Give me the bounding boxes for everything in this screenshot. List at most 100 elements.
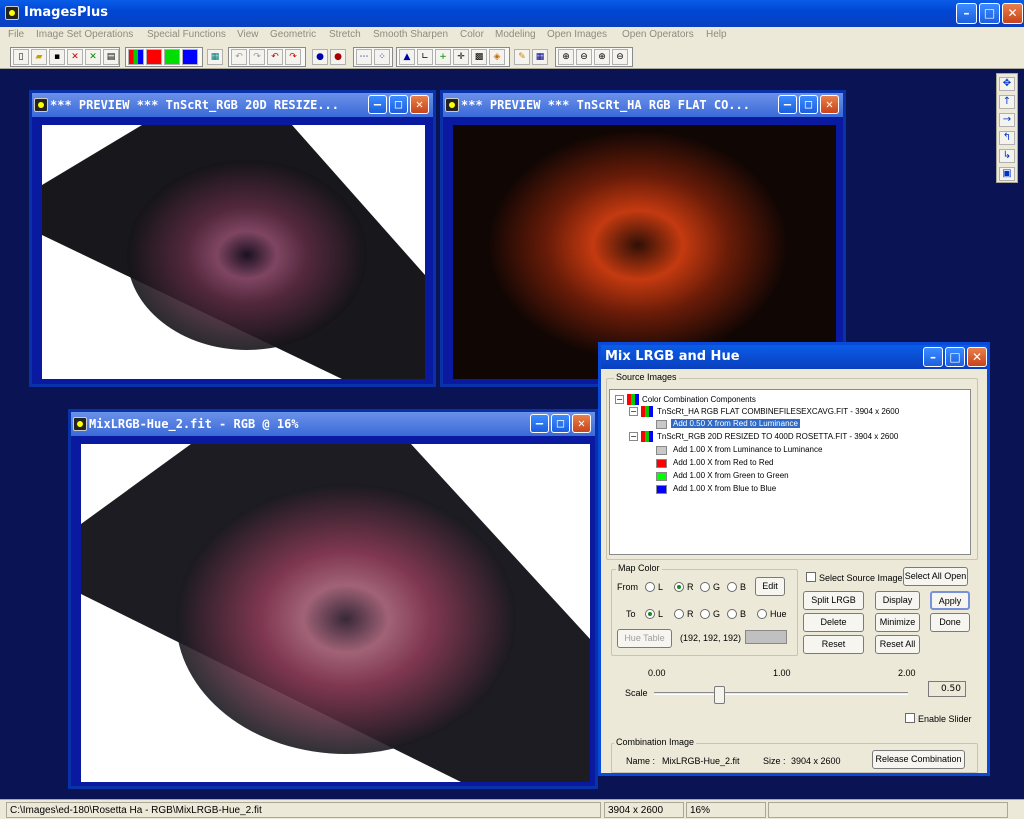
tree-item[interactable]: Add 1.00 X from Luminance to Luminance [673,445,822,454]
to-radio-l[interactable] [645,609,655,619]
close-button[interactable]: ✕ [572,414,591,433]
edit-button[interactable]: Edit [755,577,785,596]
zoom-fit-icon[interactable]: ⊕ [594,49,610,65]
points-icon[interactable]: ⁘ [374,49,390,65]
preview-image-ha[interactable] [453,125,836,379]
delete-button[interactable]: Delete [803,613,864,632]
from-radio-g[interactable] [700,582,710,592]
zoom-in-icon[interactable]: ⊕ [558,49,574,65]
tree-item[interactable]: Add 1.00 X from Red to Red [673,458,774,467]
preview-window-rgb[interactable]: *** PREVIEW *** TnScRt_RGB 20D RESIZE...… [29,90,436,387]
table-icon[interactable]: ▦ [532,49,548,65]
redo-icon[interactable]: ↷ [285,49,301,65]
enable-slider-checkbox[interactable] [905,713,915,723]
grid-icon[interactable]: ▦ [207,49,223,65]
minimize-button[interactable]: – [368,95,387,114]
preview-window-rgb-titlebar[interactable]: *** PREVIEW *** TnScRt_RGB 20D RESIZE...… [32,93,433,117]
tree-image-rgb[interactable]: TnScRt_RGB 20D RESIZED TO 400D ROSETTA.F… [657,432,898,441]
reset-all-button[interactable]: Reset All [875,635,920,654]
scale-slider-track[interactable] [654,692,908,695]
crop-icon[interactable]: ✛ [453,49,469,65]
calculator-icon[interactable]: ▩ [471,49,487,65]
to-radio-hue[interactable] [757,609,767,619]
menu-open-operators[interactable]: Open Operators [622,29,694,40]
palette-icon[interactable]: ◈ [489,49,505,65]
main-image-window-titlebar[interactable]: MixLRGB-Hue_2.fit - RGB @ 16% – □ ✕ [71,412,595,436]
to-radio-g[interactable] [700,609,710,619]
display-button[interactable]: Display [875,591,920,610]
preview-image-rgb[interactable] [42,125,425,379]
zoom-out-icon[interactable]: ⊖ [576,49,592,65]
redo-disabled-icon[interactable]: ↷ [249,49,265,65]
tree-expander[interactable]: − [615,395,624,404]
dots-icon[interactable]: ⋯ [356,49,372,65]
release-combination-button[interactable]: Release Combination [872,750,965,769]
minimize-button[interactable]: – [923,347,943,367]
arrow-back-icon[interactable]: ↰ [999,131,1015,145]
tree-image-ha[interactable]: TnScRt_HA RGB FLAT COMBINEFILESEXCAVG.FI… [657,407,899,416]
menu-special-functions[interactable]: Special Functions [147,29,226,40]
arrow-right-icon[interactable]: → [999,113,1015,127]
crosshair-icon[interactable]: + [435,49,451,65]
histogram-icon[interactable]: ▲ [399,49,415,65]
menu-stretch[interactable]: Stretch [329,29,361,40]
maximize-button[interactable]: □ [979,3,1000,24]
green-channel-icon[interactable] [164,49,180,65]
tree-item[interactable]: Add 1.00 X from Green to Green [673,471,789,480]
minimize-button[interactable]: – [778,95,797,114]
close-image-icon[interactable]: ✕ [67,49,83,65]
red-dot-icon[interactable]: ● [330,49,346,65]
minimize-button[interactable]: – [530,414,549,433]
close-all-icon[interactable]: ✕ [85,49,101,65]
menu-image-set-operations[interactable]: Image Set Operations [36,29,133,40]
scale-slider-thumb[interactable] [714,686,725,704]
close-button[interactable]: ✕ [1002,3,1023,24]
rgb-channel-icon[interactable] [128,49,144,65]
maximize-button[interactable]: □ [551,414,570,433]
done-button[interactable]: Done [930,613,970,632]
minimize-dialog-button[interactable]: Minimize [875,613,920,632]
menu-geometric[interactable]: Geometric [270,29,316,40]
undo-disabled-icon[interactable]: ↶ [231,49,247,65]
panel-icon[interactable]: ▣ [999,167,1015,181]
select-source-checkbox[interactable] [806,572,816,582]
menu-file[interactable]: File [8,29,24,40]
tree-expander[interactable]: − [629,432,638,441]
new-file-icon[interactable]: ▯ [13,49,29,65]
from-radio-r[interactable] [674,582,684,592]
menu-modeling[interactable]: Modeling [495,29,536,40]
maximize-button[interactable]: □ [945,347,965,367]
maximize-button[interactable]: □ [389,95,408,114]
combined-image[interactable] [81,444,590,782]
to-radio-b[interactable] [727,609,737,619]
apply-button[interactable]: Apply [930,591,970,610]
menu-help[interactable]: Help [706,29,727,40]
save-icon[interactable]: ▪ [49,49,65,65]
menu-color[interactable]: Color [460,29,484,40]
tree-item[interactable]: Add 1.00 X from Blue to Blue [673,484,776,493]
curve-icon[interactable]: ∟ [417,49,433,65]
tree-root[interactable]: Color Combination Components [642,395,756,404]
move-icon[interactable]: ✥ [999,77,1015,91]
undo-icon[interactable]: ↶ [267,49,283,65]
split-lrgb-button[interactable]: Split LRGB [803,591,864,610]
arrow-down-icon[interactable]: ↳ [999,149,1015,163]
close-button[interactable]: ✕ [820,95,839,114]
blue-channel-icon[interactable] [182,49,198,65]
menu-smooth-sharpen[interactable]: Smooth Sharpen [373,29,448,40]
scale-value-field[interactable]: 0.50 [928,681,966,697]
red-channel-icon[interactable] [146,49,162,65]
dialog-titlebar[interactable]: Mix LRGB and Hue – □ ✕ [601,345,987,369]
blue-dot-icon[interactable]: ● [312,49,328,65]
tree-item-selected[interactable]: Add 0.50 X from Red to Luminance [671,419,800,428]
maximize-button[interactable]: □ [799,95,818,114]
tree-expander[interactable]: − [629,407,638,416]
to-radio-r[interactable] [674,609,684,619]
close-button[interactable]: ✕ [410,95,429,114]
open-folder-icon[interactable]: ▰ [31,49,47,65]
menu-open-images[interactable]: Open Images [547,29,607,40]
from-radio-l[interactable] [645,582,655,592]
minimize-button[interactable]: – [956,3,977,24]
hue-table-button[interactable]: Hue Table [617,629,672,648]
close-button[interactable]: ✕ [967,347,987,367]
